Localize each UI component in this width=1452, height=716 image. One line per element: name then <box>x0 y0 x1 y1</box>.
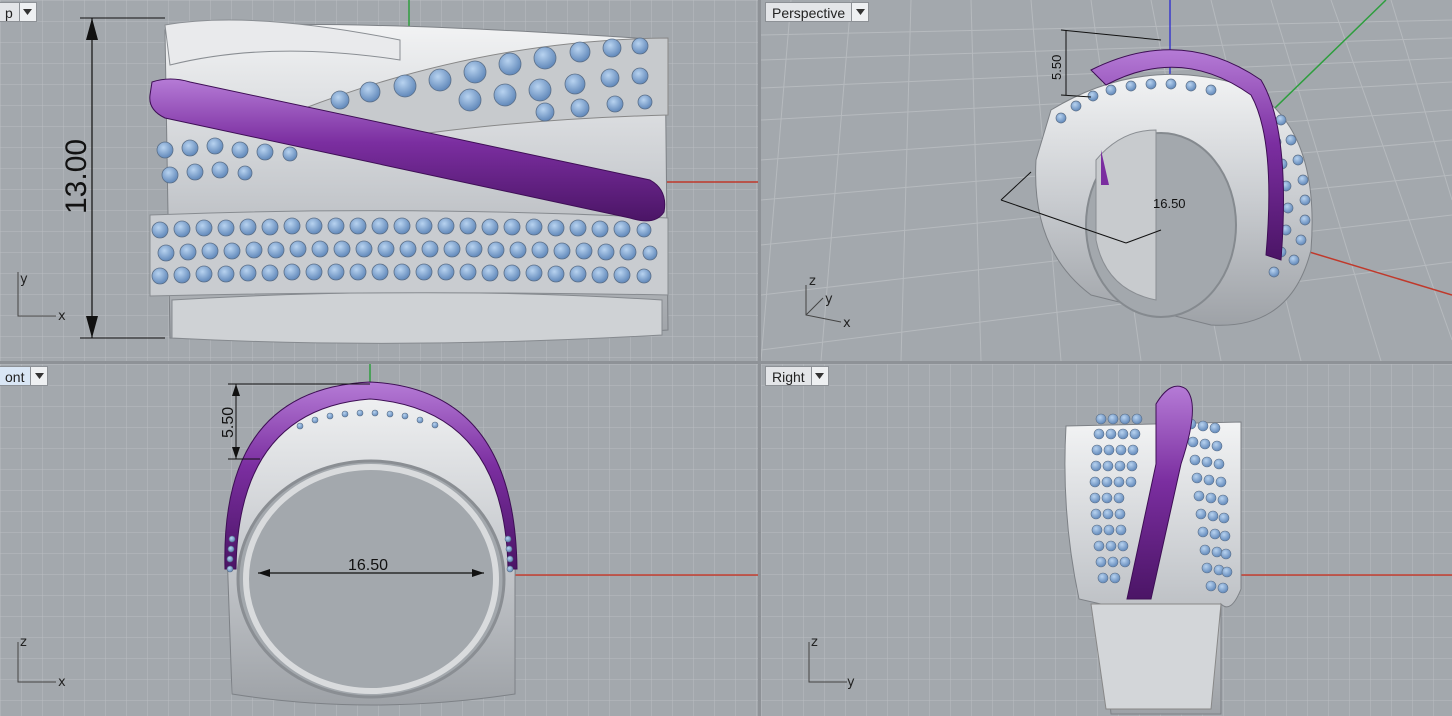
tab-top-viewport[interactable]: p <box>0 2 37 22</box>
perspective-view-scene[interactable]: 5.50 16.50 z y x <box>761 0 1452 361</box>
front-axis-x-label: x <box>58 675 66 690</box>
front-view-scene[interactable]: 5.50 16.50 z x <box>0 364 758 716</box>
right-view-scene[interactable]: z y <box>761 364 1452 716</box>
persp-axis-z-label: z <box>809 274 816 289</box>
chevron-down-icon[interactable] <box>851 3 869 21</box>
top-axis-y-label: y <box>20 272 28 287</box>
tab-perspective-viewport[interactable]: Perspective <box>765 2 870 22</box>
front-dim-height: 5.50 <box>220 407 237 438</box>
perspective-viewport-title: Perspective <box>772 5 846 21</box>
right-axis-z-label: z <box>811 635 818 650</box>
tab-right-viewport[interactable]: Right <box>765 366 829 386</box>
top-dim-vertical: 13.00 <box>60 139 93 214</box>
top-axis-x-label: x <box>58 309 66 324</box>
top-view-scene[interactable]: 13.00 y x <box>0 0 758 361</box>
front-dim-width: 16.50 <box>348 557 388 574</box>
viewport-grid: 13.00 y x p 5.50 16.50 z y x Perspective… <box>0 0 1452 716</box>
viewport-front[interactable]: 5.50 16.50 z x ont <box>0 364 758 716</box>
front-axis-z-label: z <box>20 635 27 650</box>
viewport-perspective[interactable]: 5.50 16.50 z y x Perspective <box>761 0 1452 361</box>
tab-front-viewport[interactable]: ont <box>0 366 49 386</box>
viewport-right[interactable]: z y Right <box>761 364 1452 716</box>
right-viewport-title: Right <box>772 369 805 385</box>
chevron-down-icon[interactable] <box>30 367 48 385</box>
right-axis-y-label: y <box>847 675 855 690</box>
viewport-top[interactable]: 13.00 y x p <box>0 0 758 361</box>
persp-dim-height: 5.50 <box>1049 55 1064 80</box>
front-viewport-title: ont <box>5 369 25 385</box>
persp-axis-y-label: y <box>825 292 833 307</box>
chevron-down-icon[interactable] <box>810 367 828 385</box>
persp-dim-width: 16.50 <box>1153 196 1186 211</box>
top-viewport-title: p <box>5 5 13 21</box>
chevron-down-icon[interactable] <box>18 3 36 21</box>
persp-axis-x-label: x <box>843 316 851 331</box>
